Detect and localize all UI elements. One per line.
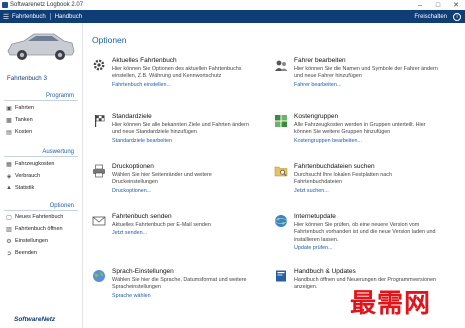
fuel-icon: ▩ <box>6 117 12 124</box>
option-current-logbook: Aktuelles Fahrtenbuch Hier können Sie Op… <box>92 57 257 88</box>
sidebar-item-new-logbook[interactable]: ▢ Neues Fahrtenbuch <box>6 214 63 221</box>
option-title: Standardziele <box>112 113 152 120</box>
sidebar-item-fahrten[interactable]: ▣ Fahrten <box>6 105 34 112</box>
book-icon <box>276 270 286 282</box>
open-logbook-icon: ▧ <box>6 226 12 233</box>
option-language: Sprach-Einstellungen Wählen Sie hier die… <box>92 268 257 299</box>
sidebar-item-settings[interactable]: ⚙ Einstellungen <box>6 238 48 245</box>
menu-item-fahrtenbuch[interactable]: Fahrtenbuch <box>12 14 46 20</box>
hamburger-menu-icon[interactable]: ☰ <box>0 13 12 21</box>
page-title: Optionen <box>92 35 127 45</box>
globe-icon <box>274 215 288 227</box>
option-title: Fahrer bearbeiten <box>294 57 346 64</box>
sidebar-item-exit[interactable]: ➲ Beenden <box>6 250 37 257</box>
option-drivers: Fahrer bearbeiten Hier können Sie die Na… <box>274 57 439 88</box>
option-link[interactable]: Druckoptionen... <box>112 188 257 194</box>
option-link[interactable]: Update prüfen... <box>294 245 439 251</box>
car-icon: ▣ <box>6 105 12 112</box>
option-link[interactable]: Kostengruppen bearbeiten... <box>294 138 439 144</box>
gear-icon <box>93 59 105 71</box>
settings-icon: ⚙ <box>6 238 12 245</box>
option-internet-update: Internetupdate Hier können Sie prüfen, o… <box>274 213 439 251</box>
window-title: Softwarenetz Logbook 2.07 <box>10 2 84 8</box>
option-description: Aktuelles Fahrtenbuch per E-Mail senden <box>112 222 211 228</box>
option-link[interactable]: Jetzt suchen... <box>294 188 439 194</box>
option-description: Alle Fahrzeugkosten werden in Gruppen un… <box>294 122 426 136</box>
drivers-icon <box>275 60 288 71</box>
option-link[interactable]: Fahrer bearbeiten... <box>294 82 439 88</box>
sidebar-item-fahrzeugkosten[interactable]: ▦ Fahrzeugkosten <box>6 161 54 168</box>
option-description: Hier können Sie prüfen, ob eine neuere V… <box>294 222 436 243</box>
sidebar-item-statistik[interactable]: ▲ Statistik <box>6 185 34 191</box>
option-description: Hier können Sie Optionen des aktuellen F… <box>112 66 242 80</box>
section-heading-programm: Programm <box>4 93 78 101</box>
cost-groups-icon <box>275 115 287 127</box>
sidebar: Fahrtenbuch 3 Programm ▣ Fahrten ▩ Tanken … <box>0 23 83 328</box>
option-description: Durchsucht Ihre lokalen Festplatten nach… <box>294 172 392 186</box>
new-logbook-icon: ▢ <box>6 214 12 221</box>
option-send-logbook: Fahrtenbuch senden Aktuelles Fahrtenbuch… <box>92 213 257 236</box>
option-description: Wählen Sie hier Seitenränder und weitere… <box>112 172 212 186</box>
printer-icon <box>93 164 105 178</box>
title-bar: Softwarenetz Logbook 2.07 – □ ✕ <box>0 0 465 10</box>
vehicle-costs-icon: ▦ <box>6 161 12 168</box>
option-title: Kostengruppen <box>294 113 339 120</box>
watermark: 最需网 <box>350 289 432 319</box>
option-link[interactable]: Standardziele bearbeiten <box>112 138 257 144</box>
folder-search-icon <box>274 166 288 177</box>
option-link[interactable]: Jetzt senden... <box>112 230 211 236</box>
section-heading-optionen: Optionen <box>4 203 78 211</box>
minimize-icon[interactable]: – <box>411 2 429 9</box>
option-title: Handbuch & Updates <box>294 268 356 275</box>
maximize-icon[interactable]: □ <box>429 2 447 9</box>
statistics-icon: ▲ <box>6 185 12 191</box>
menu-bar: ☰ Fahrtenbuch Handbuch Freischalten i <box>0 10 465 23</box>
option-title: Sprach-Einstellungen <box>112 268 174 275</box>
info-icon[interactable]: i <box>453 12 461 21</box>
option-title: Druckoptionen <box>112 163 154 170</box>
sidebar-item-open-logbook[interactable]: ▧ Fahrtenbuch öffnen <box>6 226 62 233</box>
app-icon <box>2 2 8 8</box>
option-cost-groups: Kostengruppen Alle Fahrzeugkosten werden… <box>274 113 439 144</box>
option-description: Wählen Sie hier die Sprache, Datumsforma… <box>112 277 247 291</box>
close-icon[interactable]: ✕ <box>447 1 465 9</box>
option-standard-destinations: Standardziele Hier können Sie alle bekan… <box>92 113 257 144</box>
menu-separator <box>49 13 51 20</box>
option-title: Aktuelles Fahrtenbuch <box>112 57 177 64</box>
exit-icon: ➲ <box>6 250 12 257</box>
brand-logo: SoftwareNetz <box>14 316 56 323</box>
section-heading-auswertung: Auswertung <box>4 149 78 157</box>
option-title: Fahrtenbuch senden <box>112 213 172 220</box>
option-print: Druckoptionen Wählen Sie hier Seitenränd… <box>92 163 257 194</box>
sidebar-item-tanken[interactable]: ▩ Tanken <box>6 117 33 124</box>
option-title: Fahrtenbuchdateien suchen <box>294 163 375 170</box>
option-search-files: Fahrtenbuchdateien suchen Durchsucht Ihr… <box>274 163 439 194</box>
unlock-button[interactable]: Freischalten <box>414 14 447 20</box>
car-image <box>7 33 75 60</box>
logbook-name: Fahrtenbuch 3 <box>7 75 47 82</box>
sidebar-item-kosten[interactable]: ▤ Kosten <box>6 129 32 136</box>
menu-item-handbuch[interactable]: Handbuch <box>55 14 82 20</box>
consumption-icon: ◈ <box>6 173 12 180</box>
sidebar-item-verbrauch[interactable]: ◈ Verbrauch <box>6 173 40 180</box>
send-icon <box>92 216 106 226</box>
costs-icon: ▤ <box>6 129 12 136</box>
option-title: Internetupdate <box>294 213 336 220</box>
option-link[interactable]: Fahrtenbuch einstellen... <box>112 82 257 88</box>
option-description: Hier können Sie alle bekannten Ziele und… <box>112 122 249 136</box>
language-icon <box>93 270 105 282</box>
option-description: Hier können Sie die Namen und Symbole de… <box>294 66 438 80</box>
option-link[interactable]: Sprache wählen <box>112 293 257 299</box>
flag-icon <box>95 115 105 127</box>
